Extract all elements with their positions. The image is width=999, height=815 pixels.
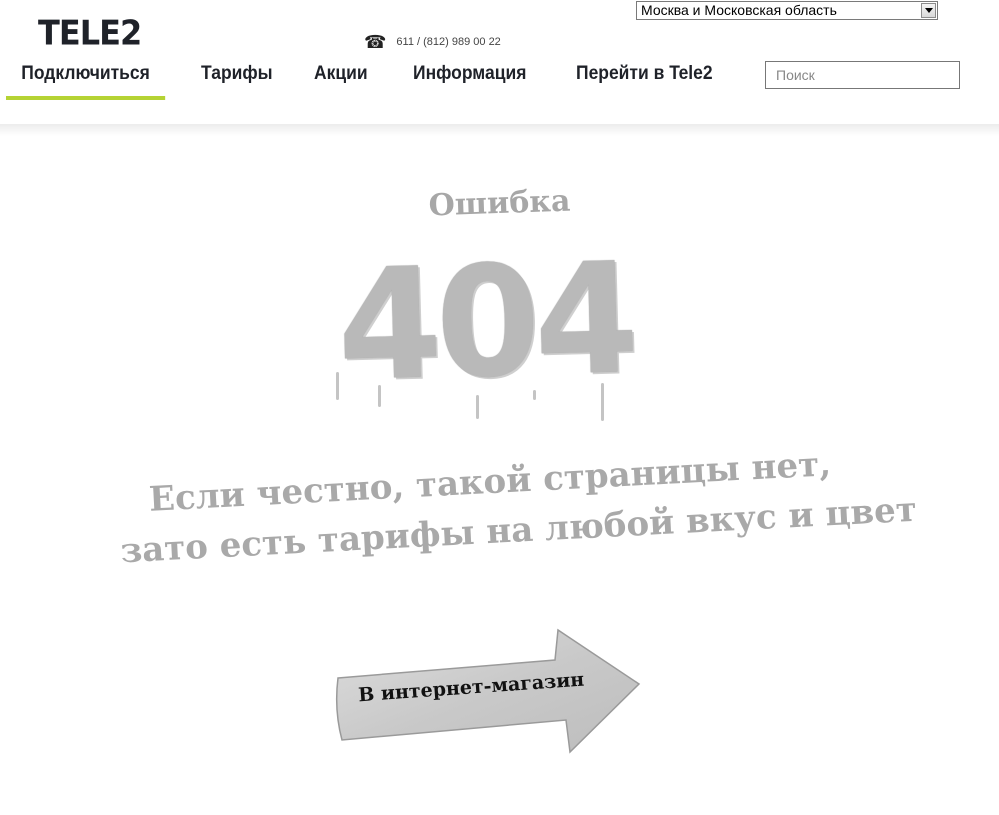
site-header: TELE2 Москва и Московская область ☎ 611 …: [0, 0, 999, 128]
region-select[interactable]: Москва и Московская область: [636, 1, 938, 20]
paint-drip: [476, 395, 479, 419]
nav-item-connect[interactable]: Подключиться: [6, 60, 166, 100]
header-shadow: [0, 124, 999, 136]
paint-drip: [601, 383, 604, 421]
nav-item-tariffs[interactable]: Тарифы: [201, 60, 273, 100]
online-store-button[interactable]: В интернет-магазин: [330, 628, 642, 754]
phone-number: 611 / (812) 989 00 22: [396, 36, 501, 48]
paint-drip: [533, 390, 536, 400]
region-select-value: Москва и Московская область: [641, 2, 837, 18]
tele2-logo[interactable]: TELE2: [38, 13, 142, 53]
nav-item-go-to-tele2[interactable]: Перейти в Tele2: [576, 60, 713, 100]
paint-drip: [336, 372, 339, 400]
nav-item-information[interactable]: Информация: [413, 60, 526, 100]
search-input[interactable]: [765, 61, 960, 89]
paint-drip: [378, 385, 381, 407]
phone-icon: ☎: [364, 32, 387, 52]
nav-item-promotions[interactable]: Акции: [314, 60, 368, 100]
error-title: Ошибка: [428, 183, 571, 224]
chevron-down-icon[interactable]: [921, 3, 936, 18]
contact-phone: ☎ 611 / (812) 989 00 22: [364, 33, 501, 51]
